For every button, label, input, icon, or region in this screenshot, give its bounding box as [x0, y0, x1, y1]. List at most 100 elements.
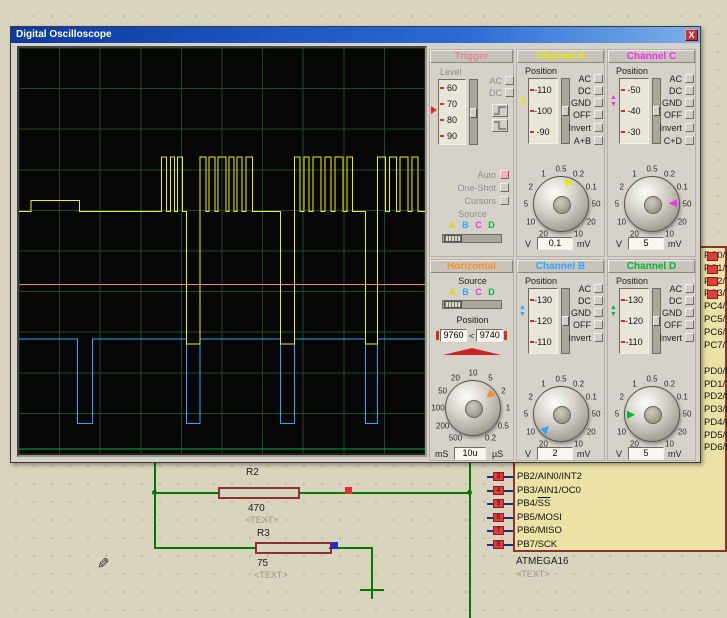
unit-millivolts: mV: [577, 449, 591, 459]
slider-thumb[interactable]: [444, 235, 462, 242]
position-label: Position: [525, 276, 557, 286]
source-channel-b[interactable]: B: [459, 287, 472, 297]
trigger-dc-button[interactable]: [505, 88, 514, 97]
ac-button[interactable]: [685, 74, 694, 83]
chip-pin-label: PB4/SS: [517, 498, 550, 509]
close-button[interactable]: X: [685, 29, 698, 41]
wire-r2-left[interactable]: [154, 492, 219, 494]
pointer-triangle: [669, 199, 677, 207]
sum-button[interactable]: [594, 136, 603, 145]
knob-scale-label: 50: [683, 200, 692, 209]
trigger-auto-button[interactable]: [500, 170, 509, 179]
unit-microseconds: µS: [492, 449, 503, 459]
source-channel-c[interactable]: C: [472, 287, 485, 297]
down-arrow-icon[interactable]: ▼: [518, 311, 527, 318]
invert-button[interactable]: [594, 123, 603, 132]
wire-ground-stem[interactable]: [371, 547, 373, 590]
source-channel-a[interactable]: A: [446, 287, 459, 297]
ac-button[interactable]: [594, 74, 603, 83]
up-arrow-icon[interactable]: ▲: [518, 94, 527, 101]
r2-value: 470: [248, 503, 265, 514]
dc-button[interactable]: [685, 86, 694, 95]
scale-value: -120: [620, 310, 648, 331]
pin-name: PB7/SCK: [517, 539, 557, 550]
trigger-source-slider[interactable]: [442, 234, 502, 243]
up-arrow-icon[interactable]: ▲: [609, 304, 618, 311]
off-button[interactable]: [594, 320, 603, 329]
invert-button[interactable]: [685, 123, 694, 132]
position-value-left: 9760: [440, 329, 467, 342]
trigger-falling-edge-button[interactable]: [492, 119, 508, 132]
trigger-one-shot-button[interactable]: [500, 183, 509, 192]
scale-tick: [530, 320, 534, 322]
knob-scale-label: 5: [524, 200, 528, 209]
dc-button[interactable]: [685, 296, 694, 305]
position-value-right: 9740: [476, 329, 503, 342]
scale-tick: [621, 131, 625, 133]
down-arrow-icon[interactable]: ▼: [609, 311, 618, 318]
pointer-triangle: [562, 179, 572, 189]
digital-oscilloscope-window: Digital Oscilloscope X Trigger Level 607…: [10, 26, 701, 463]
wire-r2-right[interactable]: [299, 492, 471, 494]
gnd-button[interactable]: [594, 308, 603, 317]
off-button[interactable]: [685, 110, 694, 119]
scale-number: -40: [627, 106, 640, 116]
source-channel-b[interactable]: B: [459, 220, 472, 230]
trigger-ac-button[interactable]: [505, 76, 514, 85]
up-arrow-icon[interactable]: ▲: [609, 94, 618, 101]
knob-pointer-icon: [623, 175, 681, 233]
knob-scale-label: 0.2: [485, 434, 496, 443]
scale-number: -50: [627, 85, 640, 95]
horizontal-source-slider[interactable]: [442, 300, 502, 309]
wire-r3-left[interactable]: [154, 547, 256, 549]
trigger-level-slider[interactable]: [469, 79, 478, 145]
gnd-button[interactable]: [685, 98, 694, 107]
down-arrow-icon[interactable]: ▼: [609, 101, 618, 108]
chip-pin-label: PC7/TOSC2: [704, 340, 727, 351]
dc-button[interactable]: [594, 86, 603, 95]
slider-thumb[interactable]: [470, 108, 477, 118]
off-button[interactable]: [685, 320, 694, 329]
position-label: Position: [525, 66, 557, 76]
scale-tick: [621, 341, 625, 343]
slider-thumb[interactable]: [444, 301, 462, 308]
ac-button[interactable]: [685, 284, 694, 293]
knob-scale-label: 500: [449, 434, 462, 443]
resistor-r2[interactable]: [218, 487, 300, 499]
junction-dot: [152, 490, 157, 495]
knob-scale-label: 100: [431, 404, 444, 413]
off-button[interactable]: [594, 110, 603, 119]
invert-button[interactable]: [685, 333, 694, 342]
source-channel-a[interactable]: A: [446, 220, 459, 230]
knob-scale-label: 1: [632, 169, 636, 178]
source-channel-d[interactable]: D: [485, 220, 498, 230]
trigger-cursors-button[interactable]: [500, 196, 509, 205]
knob-scale-label: 0.2: [664, 379, 675, 388]
resistor-r3[interactable]: [255, 542, 332, 554]
ground-symbol-tick: [371, 591, 373, 599]
dc-button[interactable]: [594, 296, 603, 305]
gnd-button[interactable]: [594, 98, 603, 107]
timebase-knob-block: 5002001005020105210.50.2: [431, 366, 515, 450]
scale-tick: [530, 110, 534, 112]
wire-vertical-right[interactable]: [469, 461, 471, 618]
wire-vertical-left[interactable]: [154, 461, 156, 549]
sum-button[interactable]: [685, 136, 694, 145]
unit-millivolts: mV: [577, 239, 591, 249]
knob-scale-label: 2: [528, 392, 532, 401]
coupling-label-ac: AC: [658, 284, 682, 294]
up-arrow-icon[interactable]: ▲: [518, 304, 527, 311]
source-channel-d[interactable]: D: [485, 287, 498, 297]
chip-text-tag: <TEXT>: [516, 569, 550, 579]
position-wedge-icon[interactable]: [443, 348, 501, 355]
trigger-rising-edge-button[interactable]: [492, 104, 508, 117]
gnd-button[interactable]: [685, 308, 694, 317]
knob-pointer-icon: [623, 385, 681, 443]
source-channel-c[interactable]: C: [472, 220, 485, 230]
position-separator: <: [467, 331, 476, 341]
down-arrow-icon[interactable]: ▼: [518, 101, 527, 108]
invert-button[interactable]: [594, 333, 603, 342]
window-titlebar[interactable]: Digital Oscilloscope X: [11, 27, 700, 43]
ac-button[interactable]: [594, 284, 603, 293]
scale-value: 90: [439, 128, 465, 144]
